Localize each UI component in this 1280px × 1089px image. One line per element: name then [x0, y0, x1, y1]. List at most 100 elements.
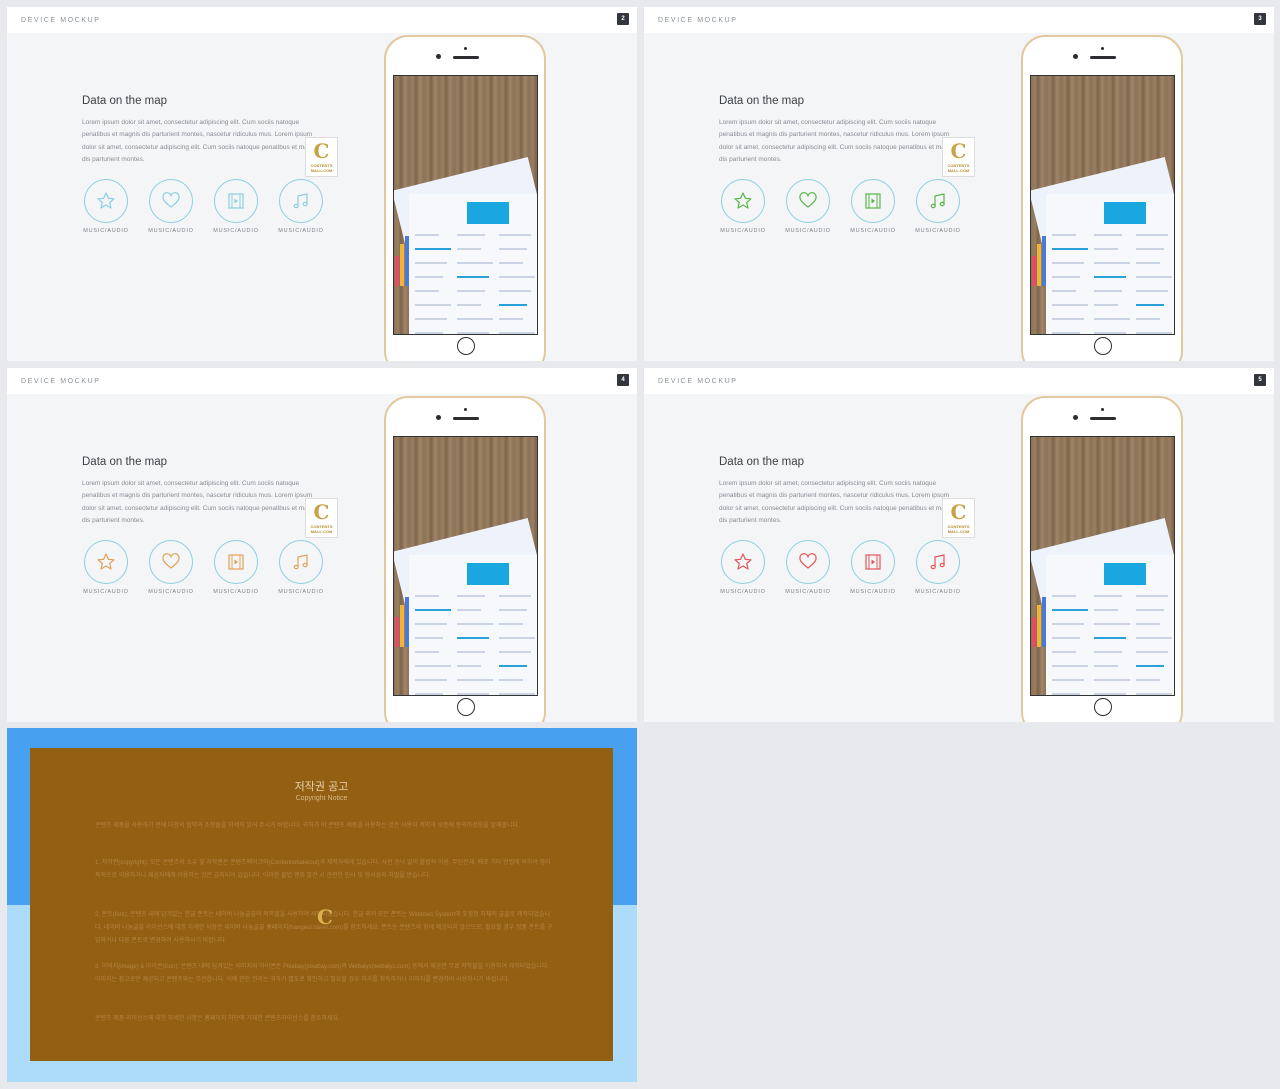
icon-label: MUSIC/AUDIO — [278, 228, 324, 234]
icon-circle[interactable] — [916, 540, 960, 584]
resume-document — [1046, 555, 1174, 695]
resume-text-line — [457, 262, 493, 264]
phone-sensor — [464, 47, 467, 50]
resume-text-line — [499, 609, 527, 611]
resume-text-line — [415, 609, 451, 611]
icon-circle[interactable] — [279, 179, 323, 223]
resume-text-line — [1052, 609, 1088, 611]
slide-4[interactable]: DEVICE MOCKUP 4 Data on the map Lorem ip… — [7, 368, 637, 722]
icon-label: MUSIC/AUDIO — [785, 589, 831, 595]
slide-2[interactable]: DEVICE MOCKUP 2 Data on the map Lorem ip… — [7, 7, 637, 361]
resume-text-line — [1094, 665, 1118, 667]
watermark-logo: C CONTENTS MALL.COM — [305, 137, 338, 177]
resume-text-line — [499, 679, 523, 681]
resume-text-line — [1052, 262, 1084, 264]
phone-mockup — [1021, 35, 1183, 361]
icon-label: MUSIC/AUDIO — [915, 589, 961, 595]
home-button — [1094, 337, 1112, 355]
resume-text-line — [457, 637, 489, 639]
resume-text-line — [415, 234, 439, 236]
resume-text-line — [1136, 637, 1172, 639]
resume-text-line — [457, 665, 481, 667]
resume-text-line — [499, 665, 527, 667]
icon-circle[interactable] — [786, 179, 830, 223]
resume-text-line — [1136, 332, 1172, 334]
icon-circle[interactable] — [916, 179, 960, 223]
home-button — [457, 337, 475, 355]
icon-circle[interactable] — [279, 540, 323, 584]
resume-text-line — [1052, 248, 1088, 250]
watermark-logo: C — [317, 905, 333, 929]
resume-text-line — [1136, 262, 1160, 264]
phone-sensor — [1101, 47, 1104, 50]
icon-circle[interactable] — [786, 540, 830, 584]
resume-text-line — [457, 318, 493, 320]
resume-text-line — [1136, 665, 1164, 667]
resume-text-line — [457, 290, 485, 292]
slide-body-text: Lorem ipsum dolor sit amet, consectetur … — [719, 480, 957, 524]
icon-circle[interactable] — [214, 179, 258, 223]
resume-text-line — [457, 693, 489, 695]
resume-text-line — [499, 304, 527, 306]
slide-title: Data on the map — [82, 456, 168, 468]
resume-text-line — [415, 665, 451, 667]
slide-header: DEVICE MOCKUP 5 — [644, 368, 1274, 394]
slide-title: Data on the map — [719, 95, 805, 107]
icon-circle[interactable] — [851, 179, 895, 223]
resume-text-line — [1136, 693, 1172, 695]
resume-text-line — [1094, 609, 1118, 611]
resume-text-line — [1094, 248, 1118, 250]
icon-circle[interactable] — [721, 540, 765, 584]
icon-row: MUSIC/AUDIO MUSIC/AUDIO MUSIC/AUDIO MUSIC/A… — [719, 540, 969, 600]
resume-text-line — [415, 290, 439, 292]
resume-text-line — [415, 262, 447, 264]
phone-speaker — [1090, 56, 1116, 59]
resume-text-line — [499, 595, 531, 597]
resume-text-line — [1136, 609, 1164, 611]
phone-screen — [1030, 75, 1175, 335]
icon-circle[interactable] — [149, 179, 193, 223]
resume-text-line — [1052, 332, 1080, 334]
icon-circle[interactable] — [84, 540, 128, 584]
resume-text-line — [415, 318, 447, 320]
resume-text-line — [1052, 665, 1088, 667]
resume-text-line — [457, 623, 493, 625]
resume-text-line — [1094, 276, 1126, 278]
resume-text-line — [1052, 304, 1088, 306]
copyright-notice-slide[interactable]: 저작권 공고 Copyright Notice 콘텐츠 제품을 사용하기 전에 … — [7, 728, 637, 1082]
resume-text-line — [415, 304, 451, 306]
resume-text-line — [1136, 623, 1160, 625]
resume-text-line — [457, 651, 485, 653]
slide-3[interactable]: DEVICE MOCKUP 3 Data on the map Lorem ip… — [644, 7, 1274, 361]
icon-circle[interactable] — [851, 540, 895, 584]
resume-text-line — [499, 290, 531, 292]
phone-speaker — [1090, 417, 1116, 420]
icon-circle[interactable] — [84, 179, 128, 223]
icon-circle[interactable] — [214, 540, 258, 584]
resume-text-line — [457, 609, 481, 611]
slide-5[interactable]: DEVICE MOCKUP 5 Data on the map Lorem ip… — [644, 368, 1274, 722]
resume-text-line — [1136, 679, 1160, 681]
slide-header: DEVICE MOCKUP 4 — [7, 368, 637, 394]
resume-header-block — [467, 202, 509, 224]
resume-text-line — [1094, 262, 1130, 264]
resume-text-line — [1094, 679, 1130, 681]
icon-row: MUSIC/AUDIO MUSIC/AUDIO MUSIC/AUDIO MUSIC/A… — [82, 540, 332, 600]
resume-text-line — [1052, 234, 1076, 236]
notice-title: 저작권 공고 — [294, 781, 349, 793]
resume-text-line — [1094, 637, 1126, 639]
phone-screen — [393, 436, 538, 696]
phone-mockup — [384, 35, 546, 361]
resume-text-line — [499, 262, 523, 264]
watermark-logo: C CONTENTS MALL.COM — [305, 498, 338, 538]
resume-text-line — [1094, 623, 1130, 625]
icon-circle[interactable] — [149, 540, 193, 584]
phone-camera — [1073, 54, 1078, 59]
resume-text-line — [415, 693, 443, 695]
slide-body-text: Lorem ipsum dolor sit amet, consectetur … — [719, 119, 957, 163]
resume-header-block — [1104, 202, 1146, 224]
resume-text-line — [1136, 276, 1172, 278]
slide-title: Data on the map — [82, 95, 168, 107]
phone-camera — [436, 415, 441, 420]
icon-circle[interactable] — [721, 179, 765, 223]
